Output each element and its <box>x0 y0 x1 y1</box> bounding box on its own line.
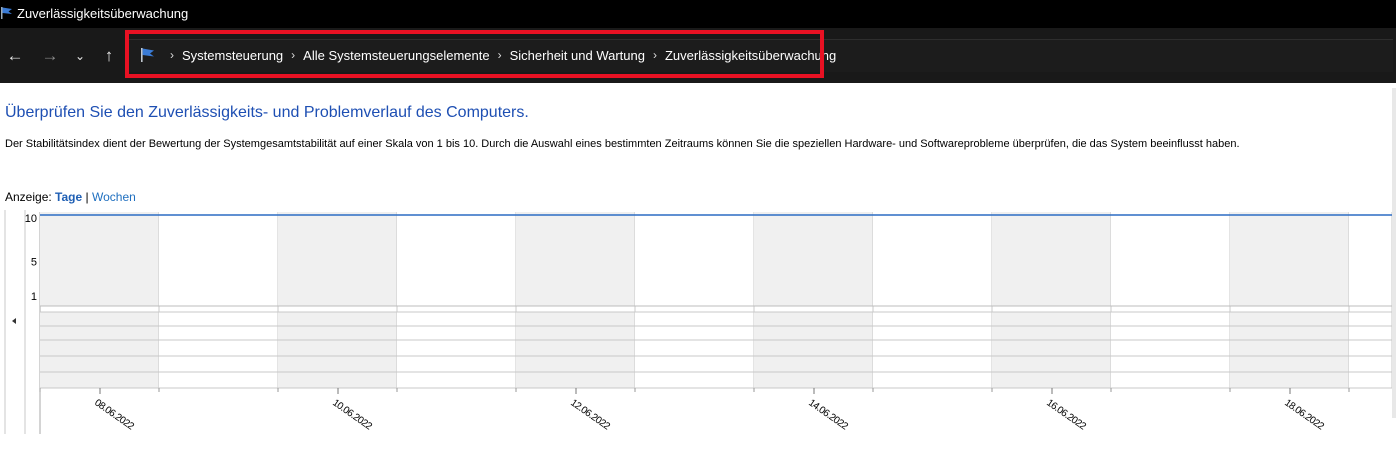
window-title: Zuverlässigkeitsüberwachung <box>17 6 189 21</box>
day-column-upper <box>992 212 1111 306</box>
day-column-upper <box>278 212 397 306</box>
x-date-label: 18.06.2022 <box>1282 397 1326 432</box>
y-tick-label: 10 <box>25 213 37 225</box>
day-column-upper <box>40 212 159 306</box>
x-date-label: 08.06.2022 <box>92 397 136 432</box>
up-button[interactable]: ↑ <box>97 44 121 68</box>
vertical-scrollbar[interactable] <box>1392 88 1396 418</box>
flag-icon <box>1 7 12 19</box>
breadcrumb-alle-elemente[interactable]: Alle Systemsteuerungselemente <box>303 48 489 63</box>
y-tick-label: 5 <box>31 256 37 268</box>
day-column-upper <box>1349 212 1392 306</box>
scroll-left-arrow-icon <box>12 318 16 324</box>
breadcrumb: › Systemsteuerung › Alle Systemsteuerung… <box>140 46 836 64</box>
breadcrumb-sicherheit-wartung[interactable]: Sicherheit und Wartung <box>510 48 645 63</box>
day-column-upper <box>1230 212 1349 306</box>
view-label: Anzeige: <box>5 190 52 204</box>
day-column-upper <box>1111 212 1230 306</box>
arrow-left-icon: ← <box>6 46 24 65</box>
view-selector: Anzeige: Tage | Wochen <box>5 190 136 204</box>
day-column-lower <box>754 312 873 388</box>
day-column-lower <box>992 312 1111 388</box>
x-date-label: 10.06.2022 <box>330 397 374 432</box>
x-date-label: 14.06.2022 <box>806 397 850 432</box>
breadcrumb-systemsteuerung[interactable]: Systemsteuerung <box>182 48 283 63</box>
breadcrumb-separator: › <box>170 48 174 62</box>
breadcrumb-separator: › <box>291 48 296 62</box>
breadcrumb-separator: › <box>497 48 502 62</box>
flag-icon <box>141 48 154 62</box>
page-description: Der Stabilitätsindex dient der Bewertung… <box>5 138 1240 150</box>
breadcrumb-zuverlaessigkeit[interactable]: Zuverlässigkeitsüberwachung <box>665 48 836 63</box>
arrow-up-icon: ↑ <box>104 46 114 65</box>
day-column-lower <box>159 312 278 388</box>
back-button[interactable]: ← <box>3 44 27 68</box>
x-date-label: 16.06.2022 <box>1044 397 1088 432</box>
x-date-label: 12.06.2022 <box>568 397 612 432</box>
day-column-lower <box>397 312 516 388</box>
view-separator: | <box>85 190 89 204</box>
day-column-lower <box>1349 312 1392 388</box>
y-tick-label: 1 <box>31 291 37 303</box>
day-column-upper <box>516 212 635 306</box>
reliability-chart[interactable]: 10 5 1 08.06.2022 10.06.2022 12.06.2022 14.06.… <box>0 210 1396 434</box>
chevron-down-icon: ⌄ <box>74 49 86 63</box>
recent-locations-button[interactable]: ⌄ <box>68 44 92 68</box>
title-bar: Zuverlässigkeitsüberwachung <box>0 0 1396 28</box>
page-heading: Überprüfen Sie den Zuverlässigkeits- und… <box>5 104 529 121</box>
view-weeks-link[interactable]: Wochen <box>92 190 136 204</box>
day-column-lower <box>278 312 397 388</box>
forward-button[interactable]: → <box>38 44 62 68</box>
day-column-lower <box>635 312 754 388</box>
day-column-lower <box>1111 312 1230 388</box>
day-column-lower <box>516 312 635 388</box>
day-column-lower <box>40 312 159 388</box>
view-days-link[interactable]: Tage <box>55 190 82 204</box>
day-column-upper <box>873 212 992 306</box>
day-column-upper <box>159 212 278 306</box>
day-column-upper <box>635 212 754 306</box>
day-column-lower <box>1230 312 1349 388</box>
arrow-right-icon: → <box>41 46 59 65</box>
day-column-upper <box>397 212 516 306</box>
day-column-upper <box>754 212 873 306</box>
breadcrumb-separator: › <box>652 48 657 62</box>
day-column-lower <box>873 312 992 388</box>
